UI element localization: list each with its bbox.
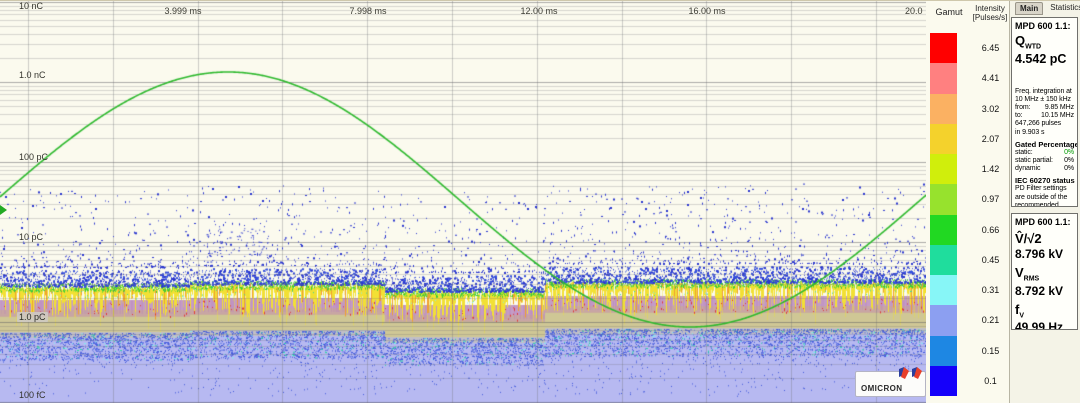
acquisition-duration: in 9.903 s xyxy=(1015,129,1074,137)
gamut-color-segment xyxy=(930,366,957,396)
mpd600-measurement-window: 3.999 ms 7.998 ms 12.00 ms 16.00 ms 20.0 10 … xyxy=(0,0,1080,403)
y-axis-tick-label: 10 nC xyxy=(19,1,43,11)
intensity-scale-values: 6.454.413.022.071.420.970.660.450.310.21… xyxy=(972,33,1009,396)
x-axis-tick-label: 3.999 ms xyxy=(164,6,201,16)
iec-status-text: PD Filter settings are outside of the re… xyxy=(1015,185,1074,207)
intensity-scale-value: 0.66 xyxy=(972,215,1009,245)
panel2-device-title: MPD 600 1.1: xyxy=(1015,217,1074,227)
y-axis-tick-label: 100 pC xyxy=(19,152,48,162)
gated-percentage-title: Gated Percentage xyxy=(1015,140,1074,149)
gated-percentage-row: static:0% xyxy=(1015,149,1074,157)
freq-line2: 10 MHz ± 150 kHz xyxy=(1015,96,1074,104)
tab-main[interactable]: Main xyxy=(1015,2,1043,15)
freq-integration-block: Freq. integration at 10 MHz ± 150 kHz fr… xyxy=(1015,88,1074,137)
gated-percentage-row: static partial:0% xyxy=(1015,157,1074,165)
y-axis-tick-label: 1.0 nC xyxy=(19,70,46,80)
gamut-color-segment xyxy=(930,33,957,63)
iec-status-title: IEC 60270 status xyxy=(1015,176,1074,185)
intensity-scale-value: 0.31 xyxy=(972,275,1009,305)
gamut-color-segment xyxy=(930,336,957,366)
window-top-border xyxy=(0,0,1080,1)
gamut-color-segment xyxy=(930,154,957,184)
voltage-result-row: fV49.99 Hz xyxy=(1015,302,1074,330)
voltage-zero-marker-icon xyxy=(0,205,7,215)
voltage-quantity-symbol: fV xyxy=(1015,302,1074,320)
x-axis-tick-label: 12.00 ms xyxy=(520,6,557,16)
panel1-device-title: MPD 600 1.1: xyxy=(1015,21,1074,31)
voltage-result-row: V̂/√28.796 kV xyxy=(1015,231,1074,261)
intensity-axis-title: Intensity [Pulses/s] xyxy=(968,4,1012,22)
gamut-color-segment xyxy=(930,215,957,245)
qwtd-symbol: QWTD xyxy=(1015,33,1074,51)
voltage-rows: V̂/√28.796 kV VRMS8.792 kV fV49.99 Hz xyxy=(1015,231,1074,330)
intensity-scale-value: 6.45 xyxy=(972,33,1009,63)
intensity-scale-value: 0.97 xyxy=(972,184,1009,214)
results-tab-bar: Main Statistics xyxy=(1015,2,1080,15)
freq-line1: Freq. integration at xyxy=(1015,88,1074,96)
voltage-quantity-value: 49.99 Hz xyxy=(1015,320,1074,330)
intensity-scale-value: 1.42 xyxy=(972,154,1009,184)
gamut-color-segment xyxy=(930,305,957,335)
prpd-plot-area[interactable]: 3.999 ms 7.998 ms 12.00 ms 16.00 ms 20.0 10 … xyxy=(0,0,926,403)
intensity-scale-value: 0.45 xyxy=(972,245,1009,275)
gated-percentage-row: dynamic0% xyxy=(1015,165,1074,173)
qwtd-result-panel: MPD 600 1.1: QWTD 4.542 pC Freq. integra… xyxy=(1011,17,1078,207)
intensity-scale-value: 4.41 xyxy=(972,63,1009,93)
x-axis-tick-label: 16.00 ms xyxy=(688,6,725,16)
voltage-quantity-value: 8.796 kV xyxy=(1015,247,1074,261)
voltage-result-row: VRMS8.792 kV xyxy=(1015,265,1074,298)
qwtd-value: 4.542 pC xyxy=(1015,52,1074,66)
results-pane: Main Statistics MPD 600 1.1: QWTD 4.542 … xyxy=(1010,0,1080,403)
gamut-color-bar xyxy=(930,33,957,396)
x-axis-tick-label: 7.998 ms xyxy=(349,6,386,16)
omicron-logo: OMICRON xyxy=(855,371,926,397)
tab-statistics[interactable]: Statistics xyxy=(1046,2,1080,15)
gamut-color-segment xyxy=(930,184,957,214)
intensity-scale-value: 0.15 xyxy=(972,336,1009,366)
y-axis-tick-label: 10 pC xyxy=(19,232,43,242)
y-axis-tick-label: 100 fC xyxy=(19,390,46,400)
intensity-scale-column: Intensity [Pulses/s] 6.454.413.022.071.4… xyxy=(972,0,1009,403)
gamut-color-segment xyxy=(930,63,957,93)
voltage-quantity-symbol: VRMS xyxy=(1015,265,1074,283)
gamut-color-segment xyxy=(930,245,957,275)
voltage-result-panel: MPD 600 1.1: V̂/√28.796 kV VRMS8.792 kV fV… xyxy=(1011,213,1078,330)
intensity-scale-value: 2.07 xyxy=(972,124,1009,154)
gamut-color-segment xyxy=(930,275,957,305)
gamut-color-segment xyxy=(930,94,957,124)
intensity-title-line1: Intensity xyxy=(968,4,1012,13)
y-axis-tick-label: 1.0 pC xyxy=(17,312,48,322)
gamut-legend-column: Gamut xyxy=(926,0,972,403)
omicron-logo-icon xyxy=(898,365,924,380)
intensity-scale-value: 0.1 xyxy=(972,366,1009,396)
x-axis-tick-label: 20.0 xyxy=(905,6,923,16)
omicron-logo-text: OMICRON xyxy=(861,384,902,393)
gamut-color-segment xyxy=(930,124,957,154)
freq-to-row: to:10.15 MHz xyxy=(1015,112,1074,120)
gated-percentage-rows: static:0%static partial:0%dynamic0% xyxy=(1015,149,1074,174)
gamut-legend-title: Gamut xyxy=(926,7,972,17)
intensity-scale-value: 0.21 xyxy=(972,305,1009,335)
intensity-title-line2: [Pulses/s] xyxy=(968,13,1012,22)
intensity-scale-value: 3.02 xyxy=(972,94,1009,124)
pulse-count: 647,266 pulses xyxy=(1015,120,1074,128)
freq-from-row: from:9.85 MHz xyxy=(1015,104,1074,112)
voltage-quantity-symbol: V̂/√2 xyxy=(1015,231,1074,246)
voltage-quantity-value: 8.792 kV xyxy=(1015,284,1074,298)
pd-heatmap-canvas[interactable] xyxy=(0,0,926,403)
